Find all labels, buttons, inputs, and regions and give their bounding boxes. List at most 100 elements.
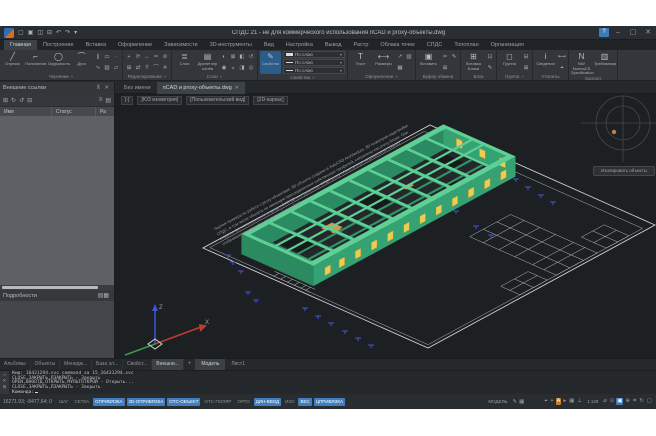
ribbon-button-9-0[interactable]: NNW NormaCS Specification <box>571 51 592 76</box>
chevron-more-icon[interactable]: » <box>521 74 524 79</box>
ribbon-tab-7[interactable]: Настройка <box>280 40 319 50</box>
column-header-0[interactable]: Имя <box>0 107 52 116</box>
column-header-2[interactable]: Ра <box>96 107 114 116</box>
dock-tab-4[interactable]: Свойст... <box>123 359 152 370</box>
ribbon-button-0-2[interactable]: ◯Окружность <box>48 51 69 73</box>
make-block-icon[interactable]: ⊡ <box>486 52 494 62</box>
layer-freeze-icon[interactable]: ◉ <box>220 63 228 73</box>
info-view-icon[interactable]: ▦ <box>103 293 109 299</box>
open-icon[interactable]: ▣ <box>27 28 35 38</box>
chevron-more-icon[interactable]: » <box>220 74 223 79</box>
redo-icon[interactable]: ↷ <box>64 28 71 38</box>
command-strip-icon-1[interactable]: ✕ <box>3 378 7 383</box>
property-dropdown-2[interactable]: По слою▾ <box>283 67 345 74</box>
pen-icon[interactable]: ✎ <box>512 399 519 405</box>
chevron-more-icon[interactable]: » <box>71 74 74 79</box>
ribbon-tab-0[interactable]: Главная <box>4 40 37 50</box>
wipeout-icon[interactable]: ▧ <box>405 52 413 62</box>
property-dropdown-1[interactable]: По слою▾ <box>283 59 345 66</box>
attach-icon[interactable]: ⊞ <box>3 97 8 104</box>
new-icon[interactable]: ▢ <box>17 28 25 38</box>
command-strip-icon-2[interactable]: ⊞ <box>3 384 7 389</box>
save-icon[interactable]: ◫ <box>36 28 44 38</box>
isolate-objects-button[interactable]: Изолировать объекты <box>593 166 655 176</box>
monitor-icon[interactable]: ▢ <box>646 398 653 405</box>
chevron-more-icon[interactable]: » <box>395 74 398 79</box>
zoom-window-icon[interactable]: ⊙ <box>609 398 616 405</box>
navigation-locator[interactable] <box>581 96 656 162</box>
add-layout-button[interactable]: + <box>184 359 196 370</box>
zoom-in-icon[interactable]: ⊕ <box>624 398 631 405</box>
copy-clip-icon[interactable]: ⊞ <box>441 63 449 73</box>
pin-icon[interactable]: ⊼ <box>94 85 102 91</box>
layer-prev-icon[interactable]: ↺ <box>247 52 255 62</box>
viewport-control-3[interactable]: [2D-каркас] <box>253 96 287 105</box>
array-icon[interactable]: ⠿ <box>143 63 151 73</box>
ungroup-icon[interactable]: ⊟ <box>522 52 530 62</box>
layer-lock-icon[interactable]: ⊠ <box>229 52 237 62</box>
viewport-control-1[interactable]: [ЮЗ изометрия] <box>137 96 182 105</box>
ribbon-button-2-0[interactable]: ≣Слои <box>174 51 195 73</box>
edit-block-icon[interactable]: ✎ <box>486 63 494 73</box>
toggle-отс-объект[interactable]: ОТС-ОБЪЕКТ <box>167 398 200 406</box>
ribbon-tab-13[interactable]: Организация <box>485 40 530 50</box>
command-strip-icon-0[interactable]: » <box>3 372 6 377</box>
ribbon-tab-9[interactable]: Растр <box>348 40 375 50</box>
layer-iso-icon[interactable]: ◒ <box>229 63 237 73</box>
toggle-шаг[interactable]: ШАГ <box>57 398 71 406</box>
layer-color-icon[interactable]: ◧ <box>238 52 246 62</box>
cursor-icon[interactable]: ⌖ <box>543 398 548 405</box>
ribbon-button-9-1[interactable]: ▥Требования <box>594 51 615 76</box>
toggle-орто[interactable]: ОРТО <box>235 398 251 406</box>
mirror-icon[interactable]: ⇄ <box>134 63 142 73</box>
ribbon-button-2-1[interactable]: ▤Диспетчер слоёв <box>197 51 218 73</box>
explode-icon[interactable]: ※ <box>161 63 169 73</box>
chevron-more-icon[interactable]: » <box>164 74 167 79</box>
ribbon-tab-4[interactable]: Зависимости <box>158 40 203 50</box>
layer-match-icon[interactable]: ◨ <box>238 63 246 73</box>
annotation-icon[interactable]: А <box>556 398 562 405</box>
region-icon[interactable]: ▱ <box>112 63 120 73</box>
match-props-icon[interactable]: ✎ <box>450 52 458 62</box>
app-logo-icon[interactable] <box>4 28 14 38</box>
viewport-control-0[interactable]: [-] <box>121 96 133 105</box>
toggle-дин-ввод[interactable]: ДИН-ВВОД <box>254 398 281 406</box>
ribbon-tab-6[interactable]: Вид <box>258 40 280 50</box>
toggle-отс-поляр[interactable]: ОТС-ПОЛЯР <box>202 398 233 406</box>
ortho-z-icon[interactable]: ⊥ <box>576 398 583 405</box>
ribbon-button-0-1[interactable]: ⌐Полилиния <box>25 51 46 73</box>
crosshair-icon[interactable]: + <box>549 398 554 405</box>
id-point-icon[interactable]: ⌖ <box>558 63 566 73</box>
column-header-1[interactable]: Статус <box>52 107 96 116</box>
ribbon-tab-3[interactable]: Оформление <box>112 40 158 50</box>
rotate-icon[interactable]: ⟳ <box>134 52 142 62</box>
hatch-icon[interactable]: ▨ <box>103 63 111 73</box>
cut-icon[interactable]: ✂ <box>441 52 449 62</box>
layer-on-icon[interactable]: ◐ <box>220 52 228 62</box>
move-icon[interactable]: + <box>125 52 133 62</box>
document-tab-0[interactable]: Без имени <box>118 82 157 94</box>
help-button[interactable]: ? <box>599 28 609 37</box>
drawing-canvas[interactable]: [-] [ЮЗ изометрия] [Пользовательский вид] [… <box>115 94 656 358</box>
ribbon-tab-1[interactable]: Построение <box>37 40 80 50</box>
trim-icon[interactable]: ✂ <box>152 52 160 62</box>
fillet-icon[interactable]: ⌒ <box>152 63 160 73</box>
dock-tab-5[interactable]: Внешни... <box>152 359 184 370</box>
ribbon-tab-12[interactable]: Топоплан <box>448 40 484 50</box>
ribbon-tab-8[interactable]: Вывод <box>319 40 348 50</box>
rectangle-icon[interactable]: ▭ <box>103 52 111 62</box>
layers-state-icon[interactable]: ▣ <box>616 398 623 405</box>
ribbon-button-3-0[interactable]: ✎Свойства <box>260 51 281 74</box>
orbit-icon[interactable]: ↻ <box>638 398 645 405</box>
print-icon[interactable]: ⊟ <box>46 28 53 38</box>
viewport-control-2[interactable]: [Пользовательский вид] <box>186 96 249 105</box>
close-panel-icon[interactable]: ✕ <box>102 85 111 91</box>
property-dropdown-0[interactable]: По слою▾ <box>283 51 345 58</box>
toggle-вес[interactable]: ВЕС <box>298 398 311 406</box>
command-history[interactable]: Кмд: 16421294.svc command за 15_16431294… <box>9 371 656 394</box>
layout-tab-0[interactable]: Модель <box>195 359 225 370</box>
layout-tab-1[interactable]: Лист1 <box>225 359 251 370</box>
copy-icon[interactable]: ⊞ <box>125 63 133 73</box>
undo-icon[interactable]: ↶ <box>55 28 62 38</box>
toggle-цпривязка[interactable]: ЦПРИВЯЗКА <box>314 398 345 406</box>
